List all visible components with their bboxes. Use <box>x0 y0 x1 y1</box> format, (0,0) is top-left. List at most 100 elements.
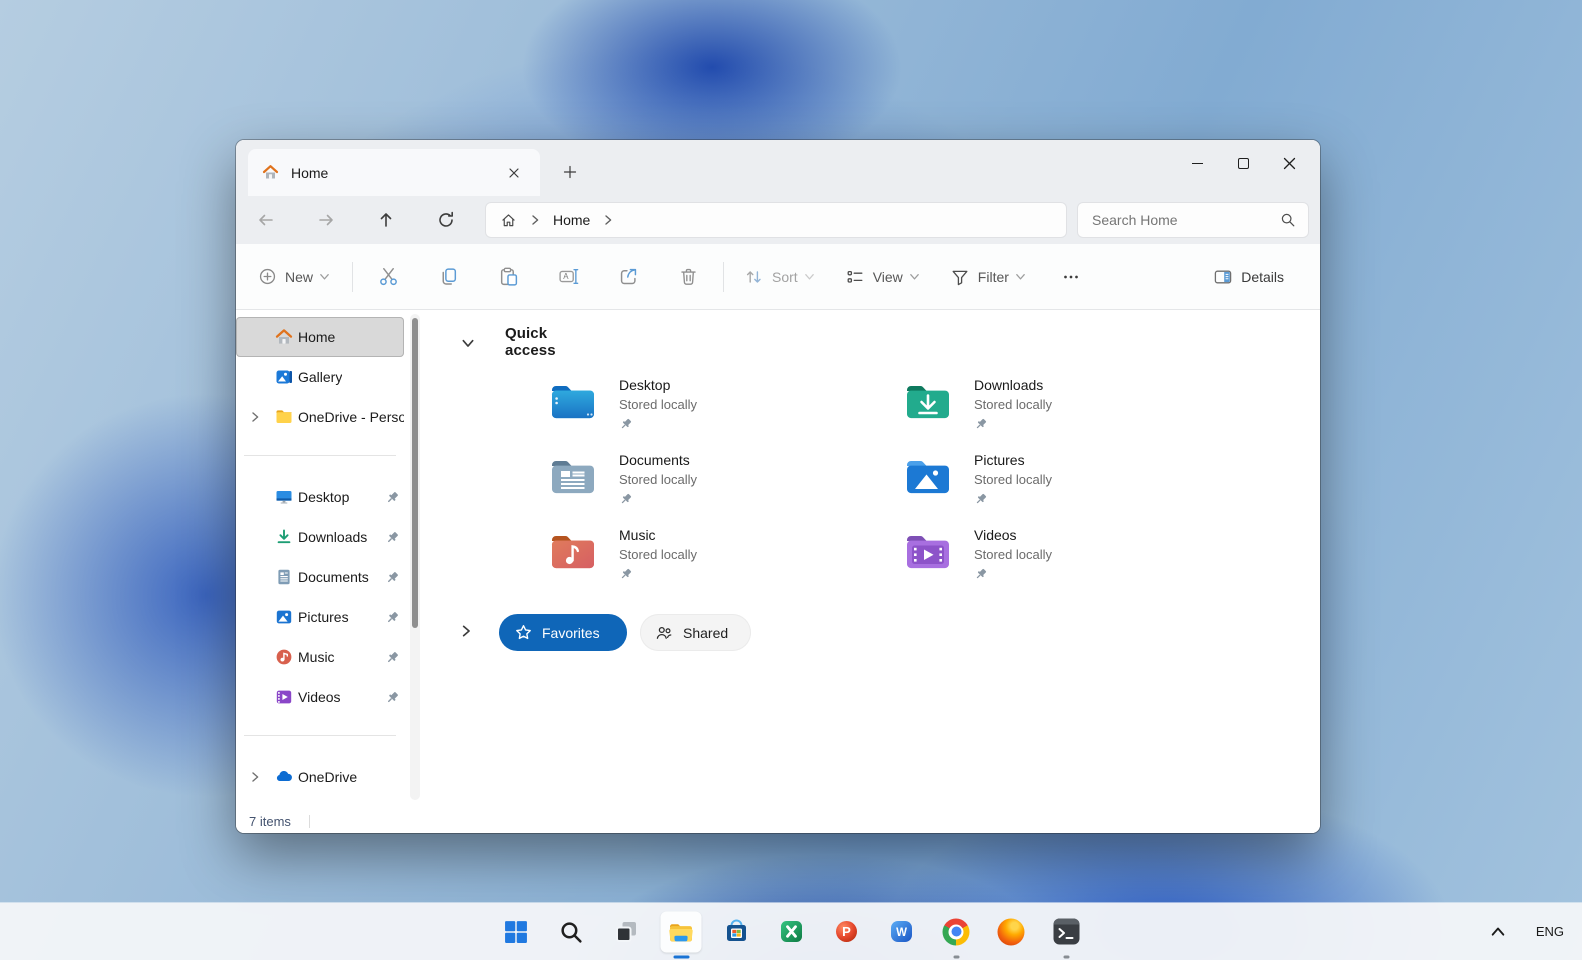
tile-name: Music <box>619 527 656 543</box>
sidebar-scrollbar-track[interactable] <box>410 314 420 800</box>
tile-subtitle: Stored locally <box>974 472 1053 487</box>
delete-button[interactable] <box>667 257 709 297</box>
shared-tab[interactable]: Shared <box>640 614 751 651</box>
copy-button[interactable] <box>427 257 469 297</box>
sidebar-item-onedrive-personal[interactable]: OneDrive - Personal <box>236 397 404 437</box>
close-button[interactable] <box>1266 144 1312 182</box>
system-tray: ENG <box>1490 903 1564 960</box>
chevron-right-icon <box>459 624 473 638</box>
tile-subtitle: Stored locally <box>619 472 698 487</box>
task-view-button[interactable] <box>606 911 647 952</box>
favorites-tab[interactable]: Favorites <box>499 614 627 651</box>
up-button[interactable] <box>368 202 404 238</box>
excel-button[interactable] <box>771 911 812 952</box>
sidebar-item-pictures[interactable]: Pictures <box>236 597 404 637</box>
address-bar[interactable]: Home <box>486 203 1066 237</box>
desktop-folder-icon <box>552 381 594 419</box>
tile-music[interactable]: Music Stored locally <box>549 523 904 598</box>
powerpoint-button[interactable]: P <box>826 911 867 952</box>
search-input[interactable] <box>1092 212 1280 228</box>
sort-button[interactable]: Sort <box>738 257 821 297</box>
pin-icon <box>619 567 633 581</box>
minimize-icon <box>1191 162 1203 164</box>
chevron-down-icon <box>909 271 920 282</box>
sidebar-item-label: Videos <box>298 689 341 705</box>
language-indicator[interactable]: ENG <box>1536 924 1564 939</box>
tile-subtitle: Stored locally <box>974 397 1053 412</box>
chevron-right-icon[interactable] <box>249 411 261 423</box>
rename-button[interactable]: A <box>547 257 589 297</box>
minimize-button[interactable] <box>1174 144 1220 182</box>
tile-documents[interactable]: Documents Stored locally <box>549 448 904 523</box>
breadcrumb-home-button[interactable] <box>494 206 523 234</box>
sidebar-item-documents[interactable]: Documents <box>236 557 404 597</box>
documents-folder-icon <box>549 456 597 498</box>
terminal-icon <box>1053 918 1079 945</box>
view-button[interactable]: View <box>839 257 926 297</box>
details-button[interactable]: Details <box>1203 257 1300 297</box>
forward-button[interactable] <box>308 202 344 238</box>
file-explorer-window: Home Home Search Home New A Sort View Fi… <box>236 140 1320 833</box>
breadcrumb-segment[interactable]: Home <box>547 206 596 234</box>
chrome-icon <box>942 918 970 945</box>
filter-button[interactable]: Filter <box>944 257 1032 297</box>
chevron-down-icon <box>804 271 815 282</box>
chrome-button[interactable] <box>936 911 977 958</box>
microsoft-store-icon <box>726 919 746 941</box>
tab-close-icon[interactable] <box>502 161 526 185</box>
favorites-expand-button[interactable] <box>455 620 477 642</box>
sidebar-item-desktop[interactable]: Desktop <box>236 477 404 517</box>
microsoft-store-button[interactable] <box>716 911 757 952</box>
taskbar-search-button[interactable] <box>551 911 592 952</box>
paste-button[interactable] <box>487 257 529 297</box>
search-icon[interactable] <box>1280 212 1296 228</box>
more-options-button[interactable] <box>1050 257 1092 297</box>
refresh-icon <box>439 211 453 227</box>
taskbar-file-explorer-button[interactable] <box>660 911 702 958</box>
terminal-button[interactable] <box>1046 911 1087 958</box>
word-button[interactable]: W <box>881 911 922 952</box>
sidebar-item-home[interactable]: Home <box>236 317 404 357</box>
sidebar-item-onedrive[interactable]: OneDrive <box>236 757 404 797</box>
chevron-right-icon[interactable] <box>249 771 261 783</box>
forward-icon <box>319 214 333 226</box>
details-panel-icon <box>1214 270 1232 283</box>
gallery-icon <box>276 370 292 384</box>
taskbar-icons: P W <box>496 911 1087 958</box>
new-tab-button[interactable] <box>554 156 586 188</box>
sidebar-scrollbar-thumb[interactable] <box>412 318 418 628</box>
star-icon <box>516 625 531 640</box>
sidebar-item-videos[interactable]: Videos <box>236 677 404 717</box>
back-button[interactable] <box>248 202 284 238</box>
tab-home[interactable]: Home <box>248 149 540 196</box>
chevron-down-icon <box>461 336 475 350</box>
pin-icon <box>619 417 633 431</box>
sidebar-item-downloads[interactable]: Downloads <box>236 517 404 557</box>
sidebar-item-music[interactable]: Music <box>236 637 404 677</box>
cut-button[interactable] <box>367 257 409 297</box>
sidebar-item-label: Music <box>298 649 335 665</box>
refresh-button[interactable] <box>428 202 464 238</box>
new-button[interactable]: New <box>250 257 338 297</box>
share-button[interactable] <box>607 257 649 297</box>
toolbar-separator <box>352 261 354 292</box>
sidebar-item-label: Home <box>298 329 336 345</box>
tile-videos[interactable]: Videos Stored locally <box>904 523 1259 598</box>
firefox-button[interactable] <box>991 911 1032 952</box>
quick-access-collapse-button[interactable] <box>457 332 479 354</box>
chevron-up-icon[interactable] <box>1490 924 1506 940</box>
rename-icon: A <box>558 268 578 285</box>
tile-name: Desktop <box>619 377 671 393</box>
maximize-button[interactable] <box>1220 144 1266 182</box>
videos-icon <box>276 690 292 704</box>
command-toolbar: New A Sort View Filter Details <box>236 244 1320 310</box>
start-button[interactable] <box>496 911 537 952</box>
chevron-right-icon <box>602 214 614 226</box>
cut-icon <box>379 267 397 286</box>
tile-desktop[interactable]: Desktop Stored locally <box>549 373 904 448</box>
sidebar-item-gallery[interactable]: Gallery <box>236 357 404 397</box>
tile-downloads[interactable]: Downloads Stored locally <box>904 373 1259 448</box>
up-icon <box>380 213 392 227</box>
tile-pictures[interactable]: Pictures Stored locally <box>904 448 1259 523</box>
music-folder-icon <box>552 531 594 569</box>
